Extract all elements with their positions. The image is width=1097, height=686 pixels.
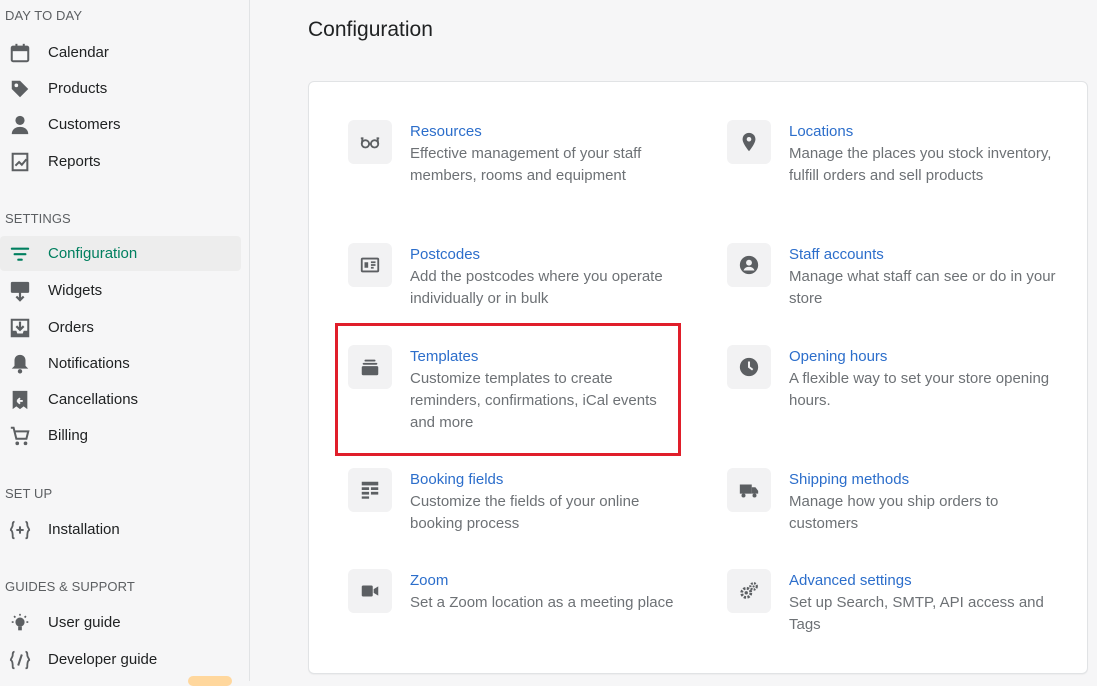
sidebar-item-user-guide[interactable]: User guide xyxy=(0,605,241,640)
setting-title[interactable]: Booking fields xyxy=(410,469,680,491)
setting-description: Customize the fields of your online book… xyxy=(410,493,640,532)
sidebar-item-label: Widgets xyxy=(48,282,103,299)
page-title: Configuration xyxy=(308,18,433,41)
setting-zoom[interactable]: Zoom Set a Zoom location as a meeting pl… xyxy=(348,569,680,614)
bell-icon xyxy=(8,352,32,376)
section-title-set-up: SET UP xyxy=(5,486,53,501)
gears-icon xyxy=(727,569,771,613)
sidebar-item-label: User guide xyxy=(48,614,121,631)
sidebar-item-label: Products xyxy=(48,80,108,97)
tag-icon xyxy=(8,77,32,101)
setting-title[interactable]: Staff accounts xyxy=(789,244,1059,266)
postcode-icon xyxy=(348,243,392,287)
setting-title[interactable]: Opening hours xyxy=(789,346,1059,368)
sidebar-item-label: Cancellations xyxy=(48,391,139,408)
glasses-icon xyxy=(348,120,392,164)
location-pin-icon xyxy=(727,120,771,164)
setting-title[interactable]: Zoom xyxy=(410,570,680,592)
sidebar-item-products[interactable]: Products xyxy=(0,71,241,106)
sidebar-item-label: Calendar xyxy=(48,44,109,61)
setting-booking-fields[interactable]: Booking fields Customize the fields of y… xyxy=(348,468,680,535)
setting-description: Customize templates to create reminders,… xyxy=(410,370,657,431)
setting-staff-accounts[interactable]: Staff accounts Manage what staff can see… xyxy=(727,243,1059,310)
setting-description: Add the postcodes where you operate indi… xyxy=(410,268,663,307)
sidebar-item-billing[interactable]: Billing xyxy=(0,418,241,453)
setting-title[interactable]: Locations xyxy=(789,121,1059,143)
setting-title[interactable]: Advanced settings xyxy=(789,570,1059,592)
code-plus-icon xyxy=(8,518,32,542)
setting-description: Manage the places you stock inventory, f… xyxy=(789,145,1052,184)
help-badge[interactable] xyxy=(188,676,232,686)
section-title-guides-support: GUIDES & SUPPORT xyxy=(5,579,135,594)
setting-description: Manage how you ship orders to customers xyxy=(789,493,999,532)
sidebar-item-installation[interactable]: Installation xyxy=(0,512,241,547)
setting-templates[interactable]: Templates Customize templates to create … xyxy=(348,345,680,434)
sliders-icon xyxy=(8,242,32,266)
setting-title[interactable]: Postcodes xyxy=(410,244,680,266)
sidebar-item-label: Customers xyxy=(48,116,121,133)
sidebar-item-customers[interactable]: Customers xyxy=(0,107,241,142)
sidebar-item-widgets[interactable]: Widgets xyxy=(0,273,241,308)
sidebar-item-label: Orders xyxy=(48,319,94,336)
setting-title[interactable]: Shipping methods xyxy=(789,469,1059,491)
user-circle-icon xyxy=(727,243,771,287)
setting-postcodes[interactable]: Postcodes Add the postcodes where you op… xyxy=(348,243,680,310)
cart-icon xyxy=(8,424,32,448)
calendar-icon xyxy=(8,41,32,65)
setting-description: Manage what staff can see or do in your … xyxy=(789,268,1056,307)
section-title-settings: SETTINGS xyxy=(5,211,71,226)
setting-resources[interactable]: Resources Effective management of your s… xyxy=(348,120,680,187)
sidebar-item-label: Billing xyxy=(48,427,89,444)
setting-title[interactable]: Templates xyxy=(410,346,680,368)
person-icon xyxy=(8,113,32,137)
sidebar-item-developer-guide[interactable]: Developer guide xyxy=(0,642,241,677)
setting-title[interactable]: Resources xyxy=(410,121,680,143)
sidebar-item-label: Installation xyxy=(48,521,120,538)
setting-locations[interactable]: Locations Manage the places you stock in… xyxy=(727,120,1059,187)
lightbulb-icon xyxy=(8,611,32,635)
sidebar-item-label: Configuration xyxy=(48,245,138,262)
setting-description: A flexible way to set your store opening… xyxy=(789,370,1050,409)
fields-icon xyxy=(348,468,392,512)
setting-advanced-settings[interactable]: Advanced settings Set up Search, SMTP, A… xyxy=(727,569,1059,636)
setting-description: Set a Zoom location as a meeting place xyxy=(410,594,674,611)
truck-icon xyxy=(727,468,771,512)
setting-shipping-methods[interactable]: Shipping methods Manage how you ship ord… xyxy=(727,468,1059,535)
sidebar-item-orders[interactable]: Orders xyxy=(0,310,241,345)
sidebar-item-reports[interactable]: Reports xyxy=(0,144,241,179)
setting-description: Effective management of your staff membe… xyxy=(410,145,642,184)
setting-opening-hours[interactable]: Opening hours A flexible way to set your… xyxy=(727,345,1059,412)
sidebar-item-notifications[interactable]: Notifications xyxy=(0,346,241,381)
sidebar-item-label: Notifications xyxy=(48,355,130,372)
orders-icon xyxy=(8,316,32,340)
setting-description: Set up Search, SMTP, API access and Tags xyxy=(789,594,1044,633)
clock-icon xyxy=(727,345,771,389)
sidebar-item-label: Developer guide xyxy=(48,651,158,668)
sidebar-item-cancellations[interactable]: Cancellations xyxy=(0,382,241,417)
sidebar-item-label: Reports xyxy=(48,153,101,170)
widgets-icon xyxy=(8,279,32,303)
video-icon xyxy=(348,569,392,613)
sidebar-item-calendar[interactable]: Calendar xyxy=(0,35,241,70)
code-slash-icon xyxy=(8,648,32,672)
sidebar-item-configuration[interactable]: Configuration xyxy=(0,236,241,271)
sidebar: DAY TO DAY Calendar Products Customers R… xyxy=(0,0,250,686)
section-title-day-to-day: DAY TO DAY xyxy=(5,8,83,23)
cancellations-icon xyxy=(8,388,32,412)
templates-icon xyxy=(348,345,392,389)
reports-icon xyxy=(8,150,32,174)
